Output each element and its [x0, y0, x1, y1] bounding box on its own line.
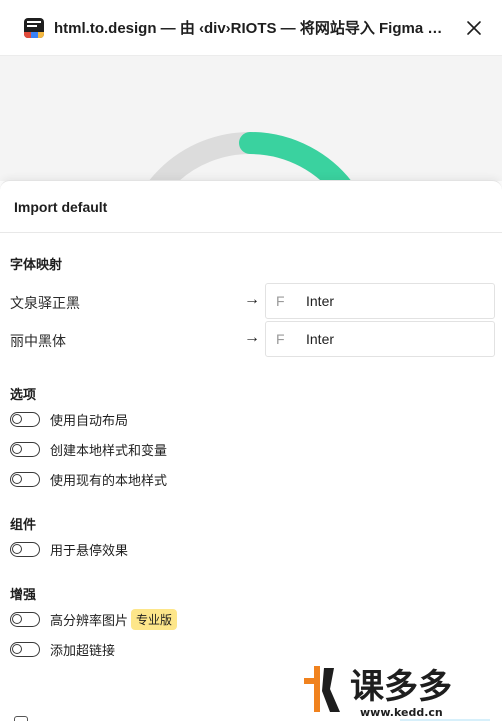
auto-layout-toggle[interactable] [10, 411, 40, 427]
source-font-label: 丽中黑体 [10, 333, 66, 349]
title-bar: html.to.design — 由 ‹div›RIOTS — 将网站导入 Fi… [0, 0, 502, 56]
components-title: 组件 [10, 517, 37, 532]
hires-images-toggle[interactable] [10, 611, 40, 627]
toggle-row-hover: 用于悬停效果 [10, 539, 128, 559]
local-styles-toggle[interactable] [10, 441, 40, 457]
close-button[interactable] [460, 14, 488, 42]
font-icon: F [276, 293, 285, 309]
loading-spinner-icon [148, 131, 352, 181]
hover-effect-toggle[interactable] [10, 541, 40, 557]
arrow-right-icon: → [244, 329, 260, 346]
target-font-value: Inter [306, 331, 335, 347]
font-mapping-title: 字体映射 [10, 257, 63, 272]
toggle-label: 使用现有的本地样式 [50, 472, 168, 488]
toggle-label: 高分辨率图片 [50, 612, 129, 628]
arrow-right-icon: → [244, 291, 260, 308]
toggle-row-existing-styles: 使用现有的本地样式 [10, 469, 167, 489]
toggle-row-hyperlinks: 添加超链接 [10, 639, 115, 659]
toggle-label: 创建本地样式和变量 [50, 442, 168, 458]
preview-area [0, 56, 502, 181]
font-icon: F [276, 331, 285, 347]
window-title: html.to.design — 由 ‹div›RIOTS — 将网站导入 Fi… [54, 20, 452, 37]
target-font-value: Inter [306, 293, 335, 309]
toggle-label: 用于悬停效果 [50, 542, 129, 558]
footer-checkbox[interactable] [14, 716, 28, 721]
app-logo-icon [24, 17, 44, 38]
toggle-row-auto-layout: 使用自动布局 [10, 409, 128, 429]
enhance-title: 增强 [10, 587, 37, 602]
source-font-label: 文泉驿正黑 [10, 295, 80, 311]
pro-badge: 专业版 [131, 608, 178, 630]
panel-title: Import default [14, 198, 108, 215]
existing-styles-toggle[interactable] [10, 471, 40, 487]
font-mapping-row: 丽中黑体 → F Inter [0, 321, 502, 357]
toggle-row-hires: 高分辨率图片 专业版 [10, 608, 178, 630]
toggle-label: 添加超链接 [50, 642, 116, 658]
options-title: 选项 [10, 387, 37, 402]
target-font-select[interactable]: F Inter [265, 283, 495, 319]
hyperlinks-toggle[interactable] [10, 641, 40, 657]
font-mapping-row: 文泉驿正黑 → F Inter [0, 283, 502, 319]
toggle-label: 使用自动布局 [50, 412, 129, 428]
close-icon [467, 20, 481, 35]
panel-header: Import default [0, 181, 502, 233]
target-font-select[interactable]: F Inter [265, 321, 495, 357]
toggle-row-local-styles: 创建本地样式和变量 [10, 439, 167, 459]
